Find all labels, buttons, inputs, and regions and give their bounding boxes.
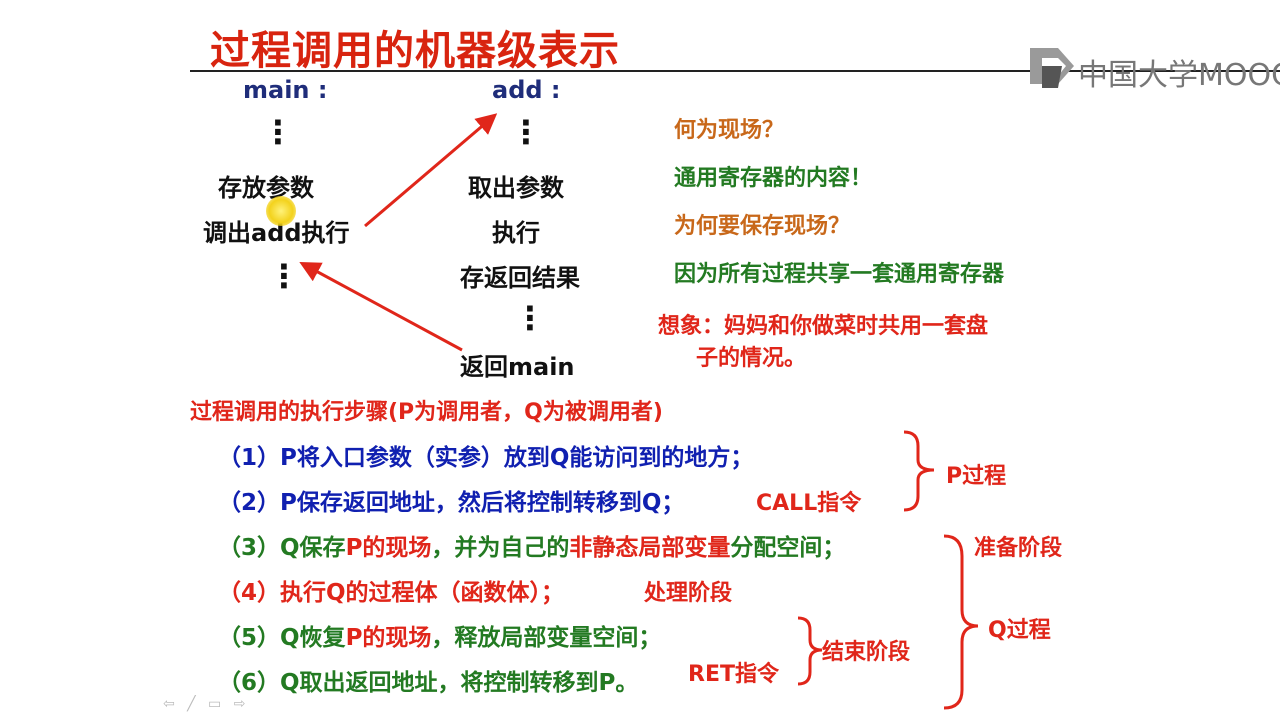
annotation-overlay — [299, 113, 979, 710]
q-process-brace — [943, 534, 979, 710]
return-arrow — [299, 262, 463, 352]
p-process-brace — [903, 430, 935, 512]
end-phase-brace — [797, 616, 823, 686]
slide-nav-icons[interactable]: ⇦ ╱ ▭ ⇨ — [163, 696, 249, 712]
call-arrow — [364, 113, 498, 228]
